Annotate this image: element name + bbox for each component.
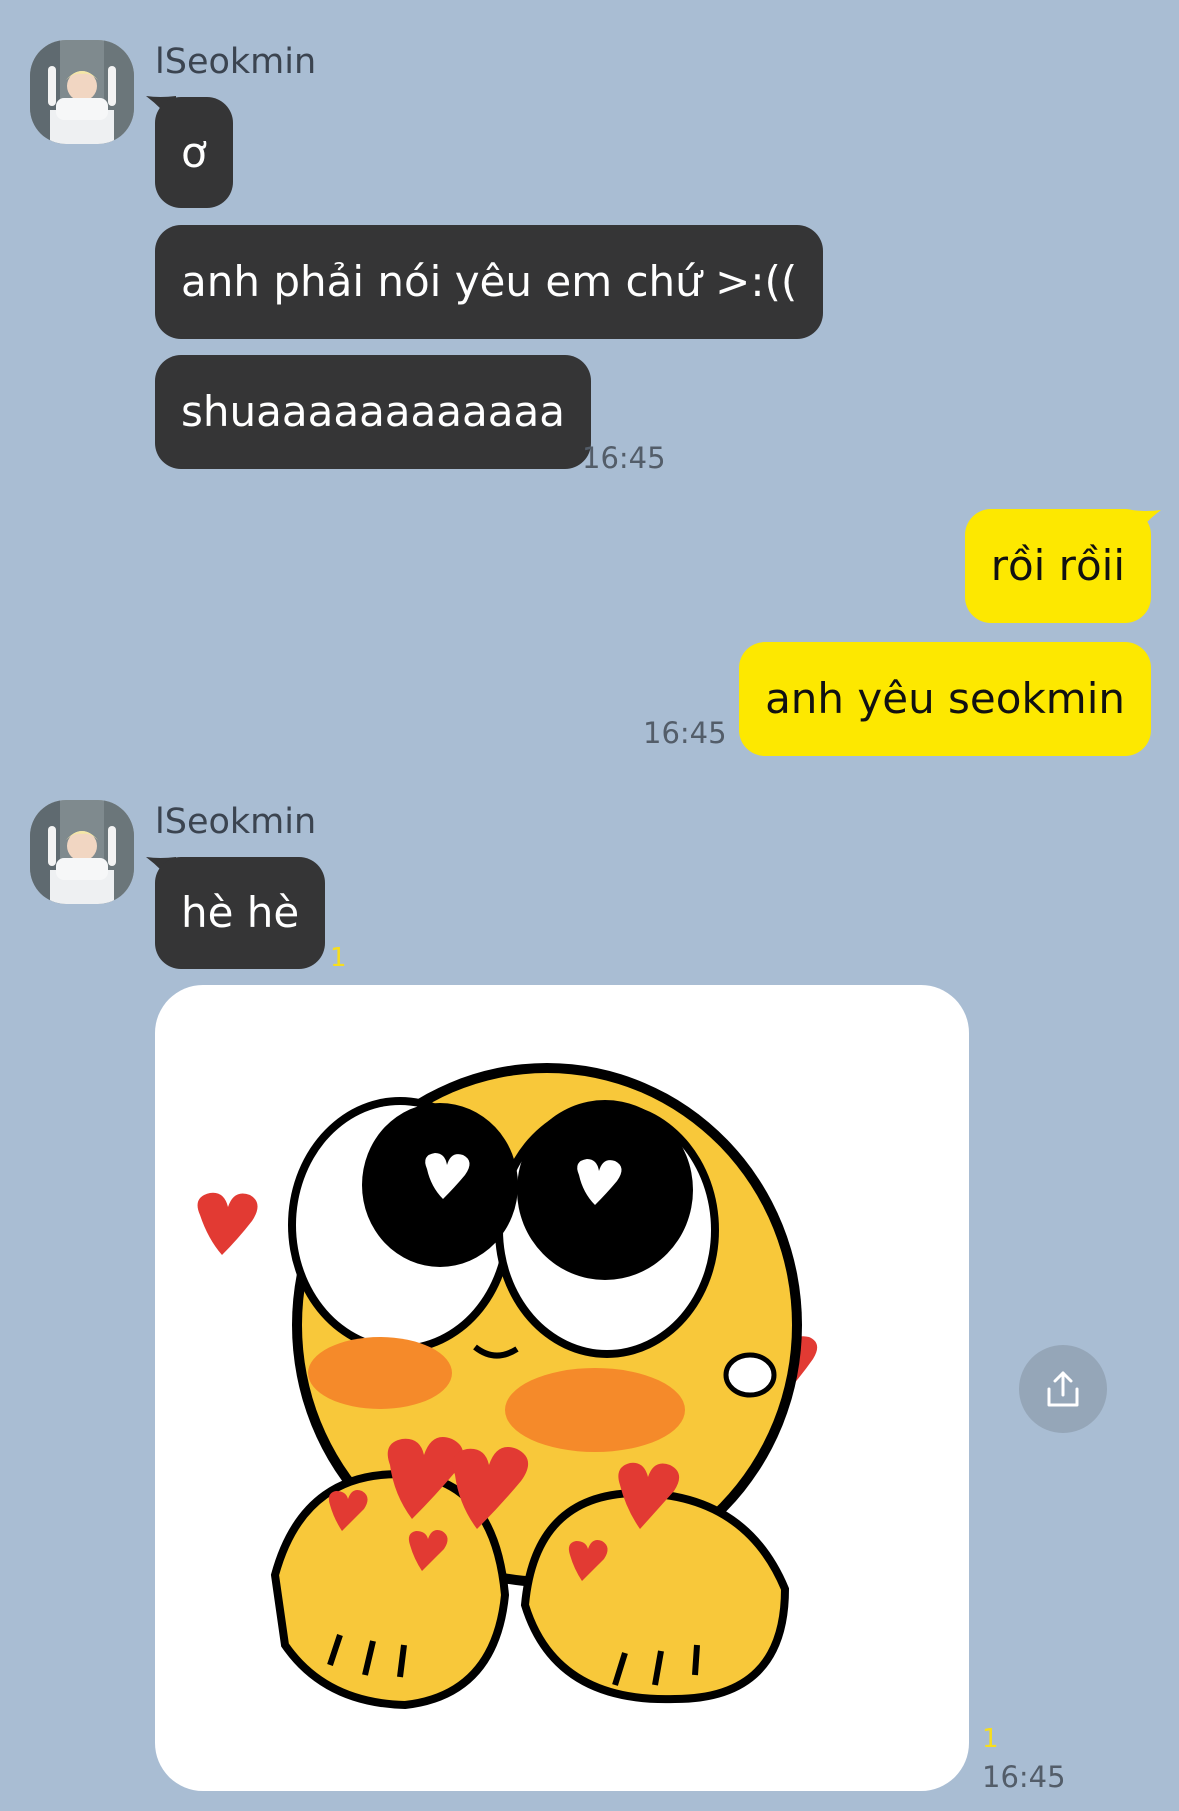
message-bubble[interactable]: anh yêu seokmin xyxy=(739,642,1151,756)
message-text: shuaaaaaaaaaaaa xyxy=(181,387,565,436)
unread-count: 1 xyxy=(982,1724,999,1754)
message-text: anh yêu seokmin xyxy=(765,674,1125,723)
message-text: anh phải nói yêu em chứ >:(( xyxy=(181,257,798,306)
message-bubble[interactable]: shuaaaaaaaaaaaa xyxy=(155,355,591,469)
avatar-photo-icon xyxy=(30,800,134,904)
share-icon xyxy=(1047,1371,1079,1407)
message-text: rồi rồii xyxy=(990,541,1125,590)
message-bubble[interactable]: hè hè xyxy=(155,857,326,969)
message-text: hè hè xyxy=(181,888,300,937)
message-timestamp: 16:45 xyxy=(582,441,666,475)
message-bubble[interactable]: ơ xyxy=(155,97,233,208)
sender-avatar[interactable] xyxy=(30,40,134,144)
cursed-emoji-hearts-sticker xyxy=(197,1063,818,1710)
message-bubble[interactable]: anh phải nói yêu em chứ >:(( xyxy=(155,225,824,339)
sender-name: lSeokmin xyxy=(155,42,317,82)
share-button[interactable] xyxy=(1019,1345,1107,1433)
message-timestamp: 16:45 xyxy=(982,1760,1066,1794)
message-text: ơ xyxy=(181,127,207,177)
message-bubble[interactable]: rồi rồii xyxy=(964,509,1151,623)
sender-avatar[interactable] xyxy=(30,800,134,904)
message-timestamp: 16:45 xyxy=(643,716,727,750)
sender-name: lSeokmin xyxy=(155,802,317,842)
avatar-photo-icon xyxy=(30,40,134,144)
unread-count: 1 xyxy=(330,943,347,973)
sticker-message[interactable] xyxy=(155,985,969,1791)
